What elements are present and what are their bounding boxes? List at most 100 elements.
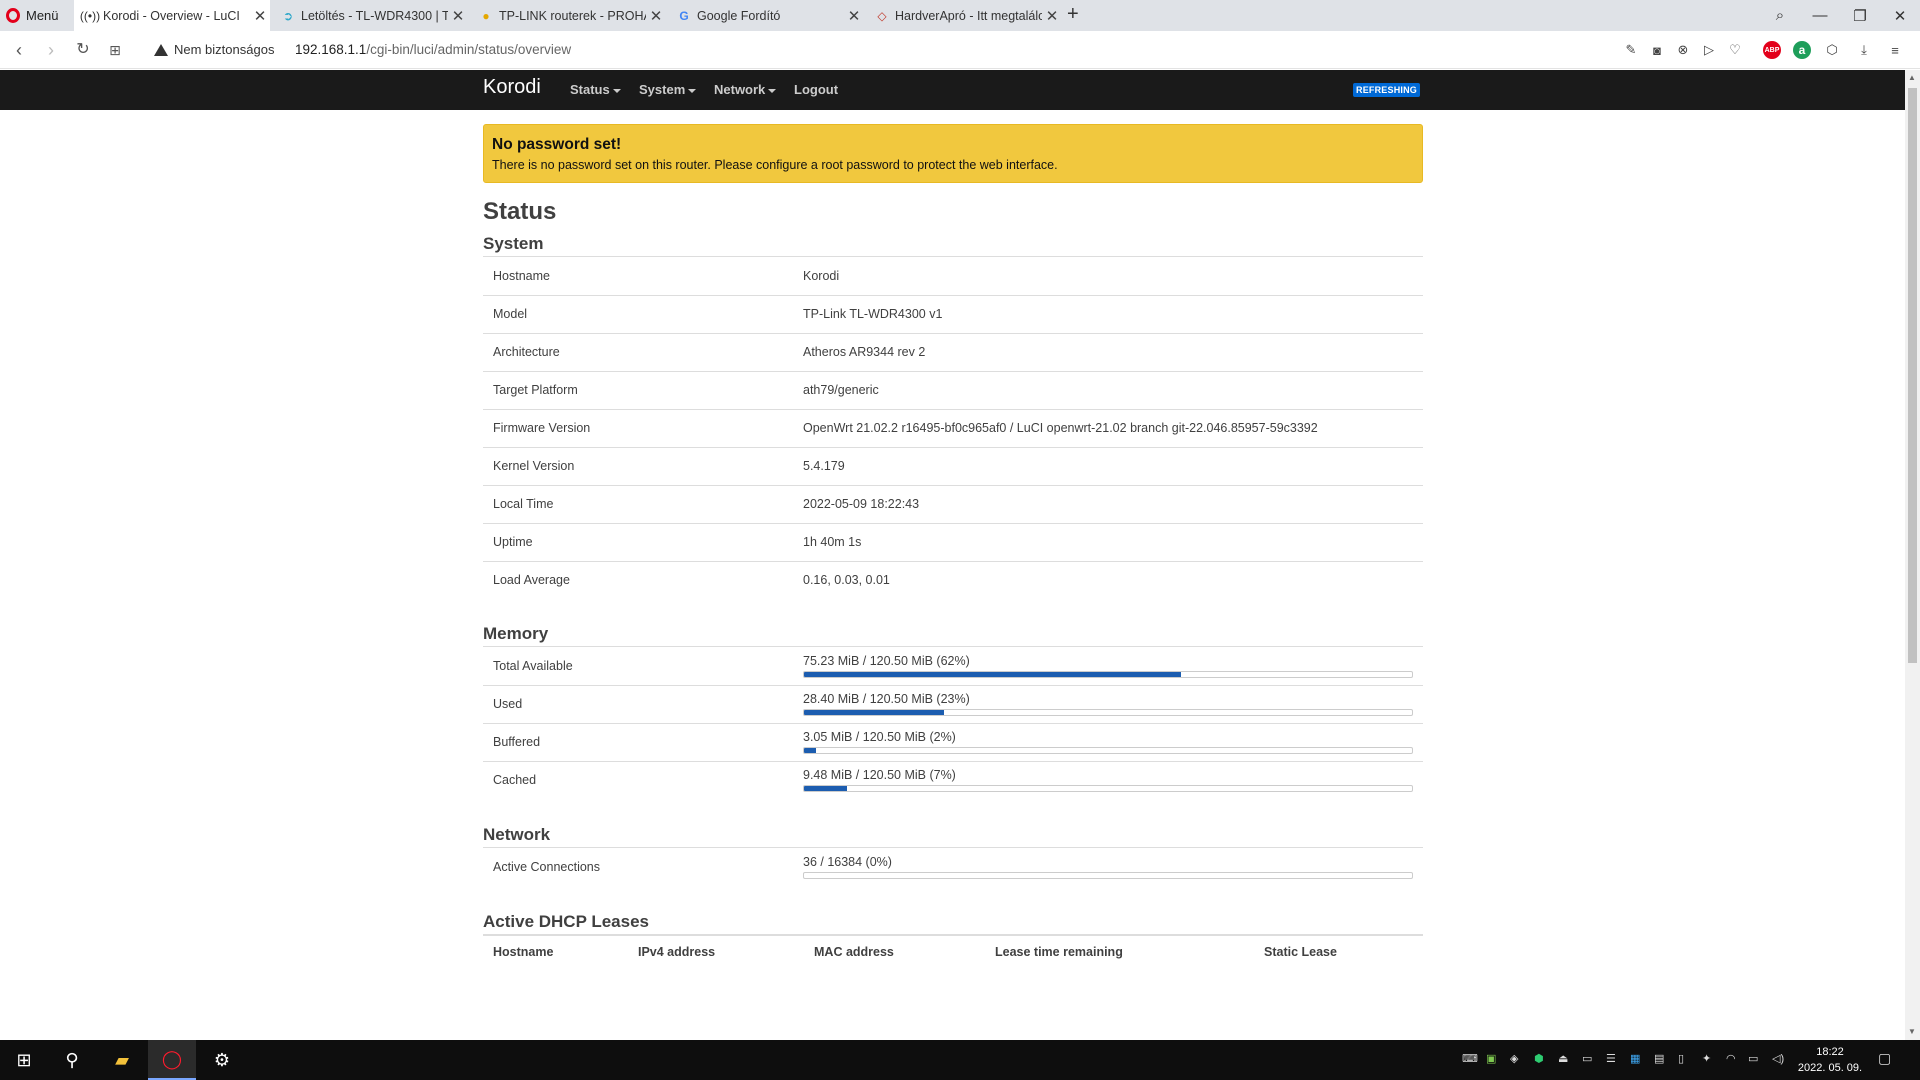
menu-network[interactable]: Network [714,82,777,97]
tray-app-icon[interactable]: ◈ [1510,1052,1518,1065]
cube-icon[interactable]: ⬡ [1823,41,1841,59]
row-value: OpenWrt 21.02.2 r16495-bf0c965af0 / LuCI… [793,409,1423,448]
dhcp-table-header: Hostname IPv4 address MAC address Lease … [483,935,1423,959]
table-row: Uptime 1h 40m 1s [483,523,1423,562]
tray-usb-drive-icon[interactable]: ▯ [1678,1052,1684,1065]
adblock-icon[interactable]: ABP [1763,41,1781,59]
page-scrollbar[interactable]: ▲ ▼ [1905,70,1920,1040]
table-row: Active Connections 36 / 16384 (0%) [483,848,1423,886]
search-icon[interactable]: ⚲ [48,1040,96,1080]
menu-system[interactable]: System [639,82,697,97]
tray-nvidia-icon[interactable]: ▣ [1486,1052,1496,1065]
close-tab-icon[interactable]: ✕ [250,7,270,25]
restore-icon[interactable]: ❐ [1840,0,1880,31]
table-row: Total Available 75.23 MiB / 120.50 MiB (6… [483,647,1423,686]
column-header: Static Lease [1264,945,1337,959]
scrollbar-thumb[interactable] [1908,88,1917,663]
reload-icon[interactable]: ↻ [72,39,94,61]
scroll-down-icon[interactable]: ▼ [1908,1027,1916,1036]
opera-logo-icon [6,8,20,23]
forward-icon[interactable]: › [40,39,62,61]
taskbar-clock[interactable]: 18:22 2022. 05. 09. [1795,1044,1865,1076]
brand-link[interactable]: Korodi [483,76,541,99]
row-key: Hostname [483,257,793,296]
system-table: Hostname Korodi Model TP-Link TL-WDR4300 v… [483,257,1423,599]
google-translate-icon: G [679,8,689,23]
prohardver-icon: ● [482,8,490,23]
progress-cell: 36 / 16384 (0%) [793,848,1423,886]
dhcp-section-title: Active DHCP Leases [483,908,1423,935]
refreshing-badge[interactable]: REFRESHING [1353,83,1421,97]
notifications-icon[interactable]: ▢ [1878,1050,1891,1067]
address-bar: ‹ › ↻ ⊞ Nem biztonságos 192.168.1.1/cgi-… [0,31,1920,69]
browser-tab-tplink[interactable]: ➲ Letöltés - TL-WDR4300 | TP ✕ [272,0,468,31]
windows-taskbar: ⊞ ⚲ ▰ ◯ ⚙ ⌨ ▣ ◈ ⬢ ⏏ ▭ ☰ ▦ ▤ ▯ ✦ ◠ ▭ ◁) 1… [0,1040,1920,1080]
close-tab-icon[interactable]: ✕ [844,7,864,25]
block-icon[interactable]: ⊗ [1674,41,1692,59]
memory-table: Total Available 75.23 MiB / 120.50 MiB (6… [483,647,1423,799]
system-section-title: System [483,230,1423,257]
row-key: Active Connections [493,860,601,874]
url-field[interactable]: 192.168.1.1/cgi-bin/luci/admin/status/ov… [295,42,571,57]
row-key: Target Platform [483,371,793,410]
opera-taskbar-icon[interactable]: ◯ [148,1040,196,1080]
close-tab-icon[interactable]: ✕ [646,7,666,25]
row-key: Firmware Version [483,409,793,448]
new-tab-icon[interactable]: + [1067,3,1079,26]
table-row: Load Average 0.16, 0.03, 0.01 [483,561,1423,599]
heart-icon[interactable]: ♡ [1726,41,1744,59]
file-explorer-icon[interactable]: ▰ [98,1040,146,1080]
scroll-up-icon[interactable]: ▲ [1908,73,1916,82]
windows-start-icon[interactable]: ⊞ [0,1040,48,1080]
progress-cell: 75.23 MiB / 120.50 MiB (62%) [793,647,1423,686]
table-row: Firmware Version OpenWrt 21.02.2 r16495-b… [483,409,1423,448]
wifi-icon[interactable]: ◠ [1726,1052,1736,1065]
volume-icon[interactable]: ◁) [1772,1052,1784,1065]
tray-bluetooth-icon[interactable]: ▦ [1630,1052,1640,1065]
table-row: Model TP-Link TL-WDR4300 v1 [483,295,1423,334]
progress-cell: 9.48 MiB / 120.50 MiB (7%) [793,761,1423,799]
security-indicator[interactable]: Nem biztonságos [154,42,274,57]
browser-tab-hardverapro[interactable]: ◇ HardverApró - Itt megtalálod ✕ [866,0,1062,31]
download-icon[interactable]: ⤓ [1855,41,1873,59]
browser-tab-luci[interactable]: ((•)) Korodi - Overview - LuCI ✕ [74,0,270,31]
close-tab-icon[interactable]: ✕ [448,7,468,25]
progress-label: 3.05 MiB / 120.50 MiB (2%) [803,730,956,744]
browser-tab-google-translate[interactable]: G Google Fordító ✕ [668,0,864,31]
progress-label: 36 / 16384 (0%) [803,855,892,869]
extension-a-icon[interactable]: a [1793,41,1811,59]
row-key: Model [483,295,793,334]
memory-section-title: Memory [483,620,1423,647]
battery-icon[interactable]: ▭ [1748,1052,1758,1065]
close-window-icon[interactable]: ✕ [1880,0,1920,31]
opera-menu-button[interactable]: Menü [6,0,59,31]
progress-bar [803,670,1413,678]
back-icon[interactable]: ‹ [8,39,30,61]
menu-status[interactable]: Status [570,82,621,97]
send-icon[interactable]: ▷ [1700,41,1718,59]
minimize-icon[interactable]: — [1800,0,1840,31]
tray-monitor-icon[interactable]: ▤ [1654,1052,1664,1065]
close-tab-icon[interactable]: ✕ [1042,7,1062,25]
tray-usb-icon[interactable]: ⏏ [1558,1052,1568,1065]
search-tabs-icon[interactable]: ⌕ [1760,0,1800,31]
tiles-icon[interactable]: ⊞ [104,39,126,61]
row-value: 1h 40m 1s [793,523,1423,562]
tray-keyboard-icon[interactable]: ⌨ [1462,1052,1478,1065]
tray-drive-icon[interactable]: ▭ [1582,1052,1592,1065]
column-header: MAC address [814,945,894,959]
row-key: Cached [493,773,537,788]
tray-people-icon[interactable]: ✦ [1702,1052,1711,1065]
snapshot-edit-icon[interactable]: ✎ [1622,41,1640,59]
browser-tab-prohardver[interactable]: ● TP-LINK routerek - PROHARDVER ✕ [470,0,666,31]
row-value: Korodi [793,257,1423,296]
camera-icon[interactable]: ◙ [1648,41,1666,59]
tray-network-icon[interactable]: ☰ [1606,1052,1616,1065]
menu-logout[interactable]: Logout [794,82,838,97]
easy-setup-icon[interactable]: ≡ [1886,41,1904,59]
tray-shield-icon[interactable]: ⬢ [1534,1052,1544,1065]
progress-cell: 3.05 MiB / 120.50 MiB (2%) [793,723,1423,762]
progress-label: 75.23 MiB / 120.50 MiB (62%) [803,653,970,668]
table-row: Used 28.40 MiB / 120.50 MiB (23%) [483,685,1423,724]
settings-gear-icon[interactable]: ⚙ [198,1040,246,1080]
